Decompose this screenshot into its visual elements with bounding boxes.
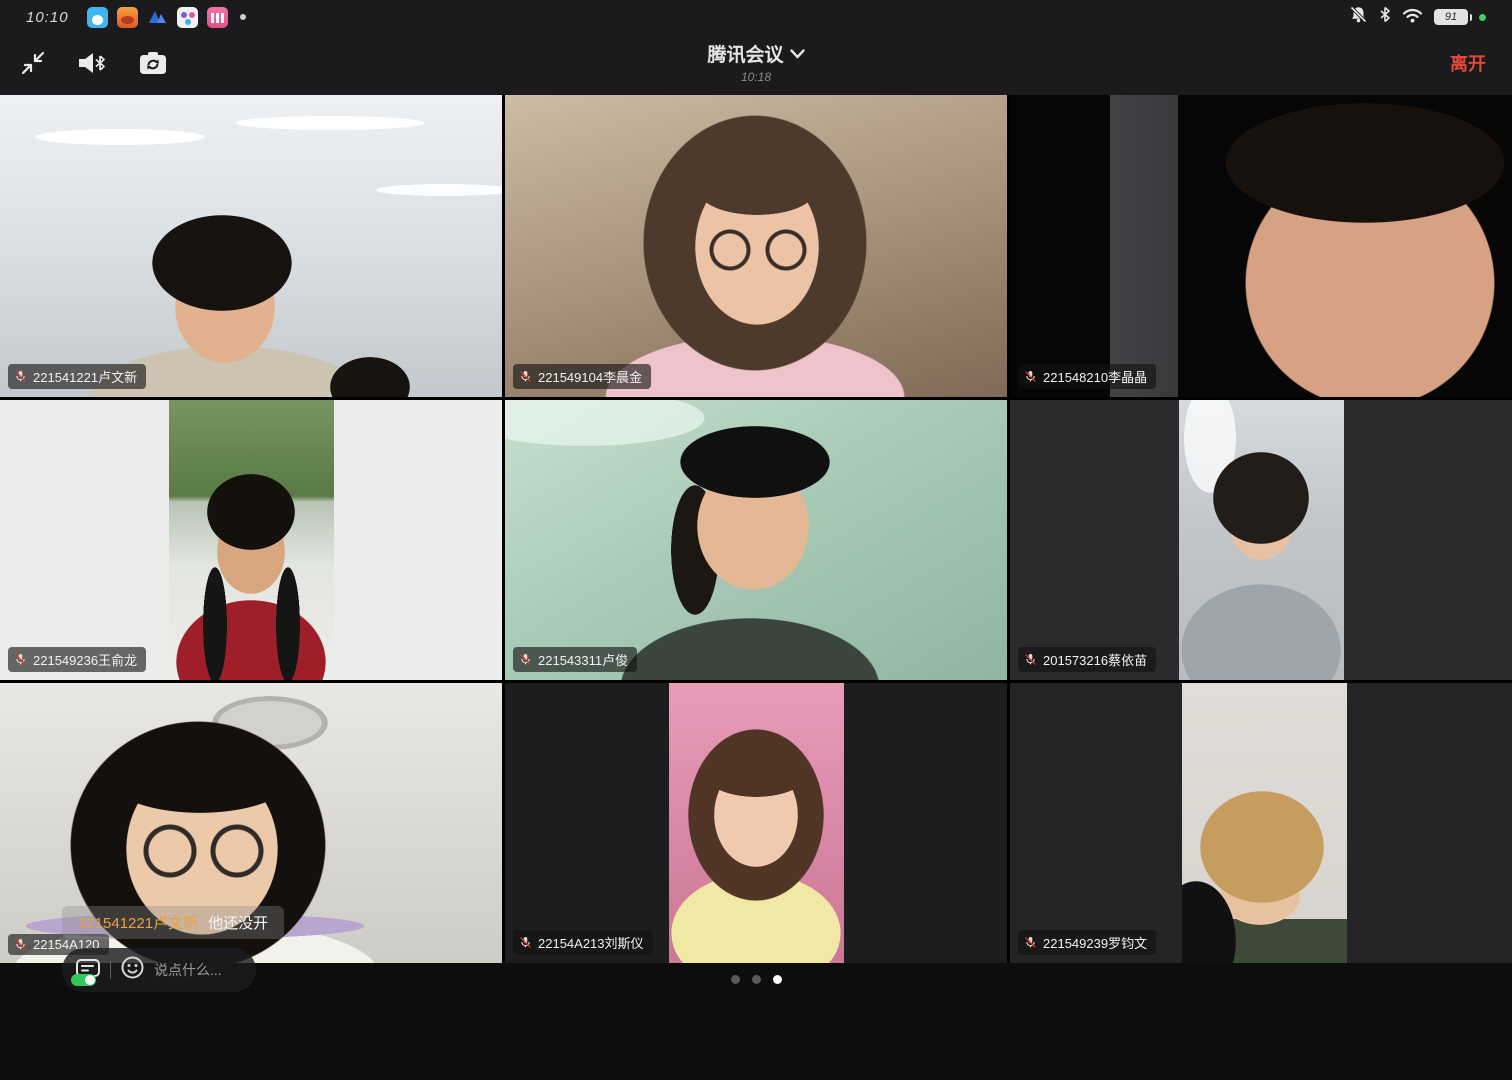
status-dot-icon — [240, 14, 246, 20]
participant-name: 22154A213刘斯仪 — [538, 933, 644, 952]
clock: 10:10 — [26, 9, 69, 26]
divider — [110, 961, 111, 979]
danmaku-toggle[interactable] — [75, 958, 101, 982]
participant-label: 221541221卢文新 — [8, 364, 146, 389]
video-feed — [1010, 95, 1512, 397]
participant-name: 221549104李晨金 — [538, 367, 642, 386]
participant-label: 221549239罗钧文 — [1018, 930, 1156, 955]
mic-muted-icon — [14, 370, 27, 383]
white-circles-app-icon — [177, 7, 198, 28]
meeting-title-dropdown[interactable]: 腾讯会议 — [707, 40, 804, 67]
system-indicators: 91 — [1349, 5, 1486, 29]
chat-text-input[interactable] — [154, 962, 243, 978]
pink-app-icon — [207, 7, 228, 28]
participant-name: 201573216蔡依苗 — [1043, 650, 1147, 669]
meeting-title: 腾讯会议 — [707, 40, 783, 67]
mute-bell-icon — [1349, 5, 1368, 29]
page-dot-active[interactable] — [773, 975, 782, 984]
participant-label: 221549104李晨金 — [513, 364, 651, 389]
video-feed — [505, 683, 1007, 963]
battery-indicator: 91 — [1434, 9, 1468, 25]
page-dot[interactable] — [731, 975, 740, 984]
video-grid: 221541221卢文新 221549104李晨金 221548210李晶晶 2… — [0, 95, 1512, 963]
orange-app-icon — [117, 7, 138, 28]
green-status-dot-icon — [1479, 14, 1486, 21]
mic-muted-icon — [14, 938, 27, 951]
participant-name: 221543311卢俊 — [538, 650, 628, 669]
meeting-title-block: 腾讯会议 10:18 — [0, 40, 1512, 84]
wifi-icon — [1402, 7, 1423, 28]
danmaku-on-toggle[interactable] — [71, 974, 96, 986]
participant-label: 221549236王俞龙 — [8, 647, 146, 672]
leave-meeting-button[interactable]: 离开 — [1450, 50, 1486, 76]
video-tile[interactable]: 221548210李晶晶 — [1010, 95, 1512, 397]
video-feed — [0, 400, 502, 680]
recent-apps — [87, 7, 228, 28]
video-feed — [505, 400, 1007, 680]
mic-muted-icon — [519, 936, 532, 949]
emoji-icon[interactable] — [120, 955, 145, 985]
chat-message-text: 他还没开 — [208, 912, 268, 933]
chevron-down-icon — [790, 49, 805, 59]
video-feed — [1010, 683, 1512, 963]
participant-label: 221548210李晶晶 — [1018, 364, 1156, 389]
chat-message-overlay: 221541221卢文新 他还没开 — [62, 906, 284, 939]
meeting-app: 10:10 91 — [0, 0, 1512, 1080]
video-tile[interactable]: 221543311卢俊 — [505, 400, 1007, 680]
mic-muted-icon — [1024, 936, 1037, 949]
video-feed — [1010, 400, 1512, 680]
meeting-header: 腾讯会议 10:18 离开 — [0, 34, 1512, 95]
participant-name: 221549239罗钧文 — [1043, 933, 1147, 952]
video-feed — [505, 95, 1007, 397]
mic-muted-icon — [519, 653, 532, 666]
participant-label: 22154A213刘斯仪 — [513, 930, 653, 955]
mic-muted-icon — [14, 653, 27, 666]
participant-name: 221541221卢文新 — [33, 367, 137, 386]
video-tile[interactable]: 221549236王俞龙 — [0, 400, 502, 680]
mic-muted-icon — [519, 370, 532, 383]
video-tile[interactable]: 221541221卢文新 — [0, 95, 502, 397]
system-status-bar: 10:10 91 — [0, 0, 1512, 34]
page-dot[interactable] — [752, 975, 761, 984]
chat-input-bar[interactable] — [62, 948, 256, 992]
qq-app-icon — [87, 7, 108, 28]
chat-message-sender: 221541221卢文新 — [78, 912, 198, 933]
bluetooth-icon — [1379, 6, 1391, 28]
mic-muted-icon — [1024, 653, 1037, 666]
blue-logo-app-icon — [147, 7, 168, 28]
video-tile[interactable]: 22154A213刘斯仪 — [505, 683, 1007, 963]
video-tile[interactable]: 221549104李晨金 — [505, 95, 1007, 397]
mic-muted-icon — [1024, 370, 1037, 383]
participant-label: 221543311卢俊 — [513, 647, 637, 672]
video-feed — [0, 95, 502, 397]
participant-name: 221548210李晶晶 — [1043, 367, 1147, 386]
meeting-duration: 10:18 — [0, 70, 1512, 84]
video-tile[interactable]: 221549239罗钧文 — [1010, 683, 1512, 963]
video-tile[interactable]: 201573216蔡依苗 — [1010, 400, 1512, 680]
participant-label: 201573216蔡依苗 — [1018, 647, 1156, 672]
participant-name: 221549236王俞龙 — [33, 650, 137, 669]
